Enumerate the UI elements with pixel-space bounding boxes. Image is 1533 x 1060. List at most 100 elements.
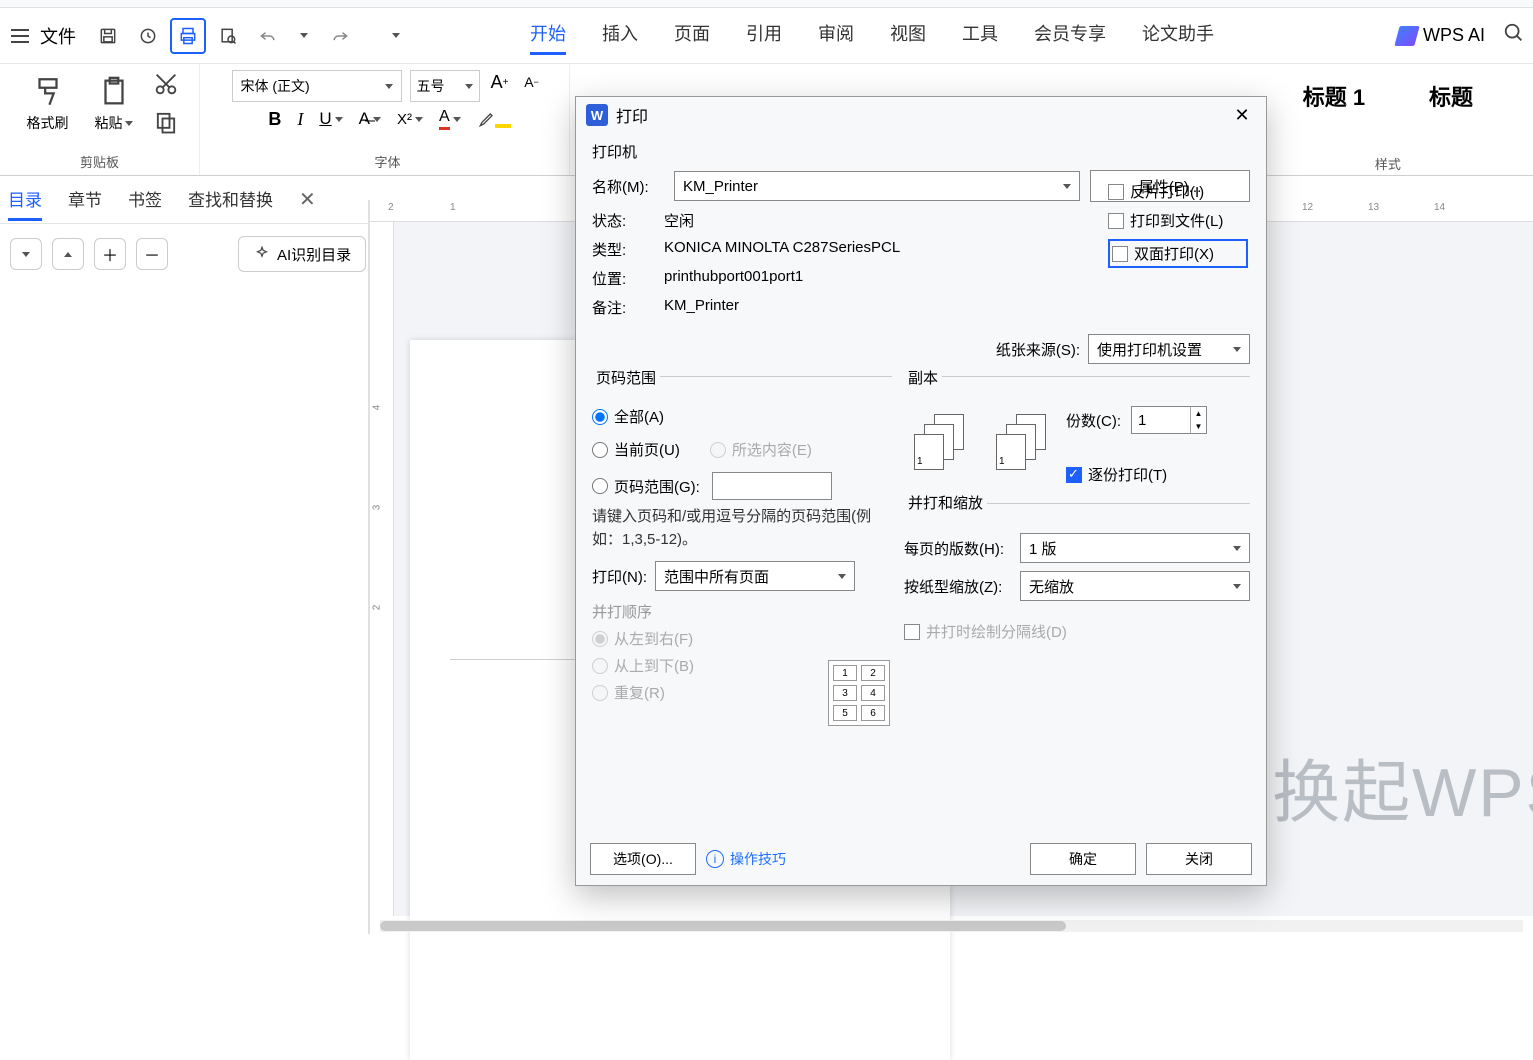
options-button[interactable]: 选项(O)...: [590, 843, 696, 875]
perpage-select[interactable]: 1 版: [1020, 533, 1250, 563]
file-menu[interactable]: 文件: [40, 23, 76, 49]
tips-link[interactable]: i操作技巧: [706, 849, 786, 869]
styles-group-label: 样式: [1375, 152, 1401, 175]
add-button[interactable]: ＋: [94, 238, 126, 270]
scale-select[interactable]: 无缩放: [1020, 571, 1250, 601]
hamburger-icon[interactable]: [8, 24, 32, 48]
type-value: KONICA MINOLTA C287SeriesPCL: [664, 239, 900, 260]
nav-findrep[interactable]: 查找和替换: [188, 186, 273, 213]
printer-select[interactable]: KM_Printer: [674, 171, 1080, 201]
sparkle-icon: [253, 245, 271, 263]
duplex-checkbox[interactable]: 双面打印(X): [1108, 239, 1248, 268]
shrink-font-icon[interactable]: A−: [520, 70, 544, 94]
strikethrough-button[interactable]: A̶: [359, 109, 381, 129]
status-label: 状态:: [592, 210, 664, 231]
collate-checkbox[interactable]: 逐份打印(T): [1066, 464, 1207, 485]
copies-spinner[interactable]: 1▲▼: [1131, 406, 1207, 434]
copy-icon[interactable]: [152, 108, 180, 136]
reverse-print-checkbox[interactable]: 反片打印(I): [1108, 181, 1248, 202]
type-label: 类型:: [592, 239, 664, 260]
tab-home[interactable]: 开始: [530, 16, 566, 55]
tab-member[interactable]: 会员专享: [1034, 16, 1106, 55]
order-ltr-radio: 从左到右(F): [592, 628, 892, 649]
undo-history-icon[interactable]: [130, 18, 166, 54]
tab-page[interactable]: 页面: [674, 16, 710, 55]
undo-icon[interactable]: [250, 18, 286, 54]
ok-button[interactable]: 确定: [1030, 843, 1136, 875]
dialog-titlebar[interactable]: W 打印 ✕: [576, 97, 1266, 133]
ai-toc-button[interactable]: AI识别目录: [238, 236, 366, 272]
format-painter-button[interactable]: 格式刷: [20, 73, 76, 133]
bold-button[interactable]: B: [268, 109, 281, 130]
nav-chapter[interactable]: 章节: [68, 186, 102, 213]
print-icon[interactable]: [170, 18, 206, 54]
nav-toc[interactable]: 目录: [8, 186, 42, 213]
close-button[interactable]: 关闭: [1146, 843, 1252, 875]
note-value: KM_Printer: [664, 297, 739, 318]
collapse-up-button[interactable]: [52, 238, 84, 270]
location-label: 位置:: [592, 268, 664, 289]
nav-bookmark[interactable]: 书签: [128, 186, 162, 213]
highlight-button[interactable]: [477, 109, 511, 129]
order-section-title: 并打顺序: [592, 601, 892, 622]
tab-thesis[interactable]: 论文助手: [1142, 16, 1214, 55]
info-icon: i: [706, 850, 724, 868]
collate-preview: 321 321: [914, 414, 1048, 470]
redo-icon[interactable]: [322, 18, 358, 54]
grow-font-icon[interactable]: A+: [488, 70, 512, 94]
print-preview-icon[interactable]: [210, 18, 246, 54]
range-hint: 请键入页码和/或用逗号分隔的页码范围(例如：1,3,5-12)。: [592, 506, 892, 551]
horizontal-scrollbar[interactable]: [380, 920, 1523, 932]
paper-source-select[interactable]: 使用打印机设置: [1088, 334, 1250, 364]
qat-more[interactable]: [382, 18, 410, 54]
tab-view[interactable]: 视图: [890, 16, 926, 55]
print-dialog: W 打印 ✕ 打印机 名称(M): KM_Printer 属性(P)... 状态…: [575, 96, 1267, 886]
style-heading-more[interactable]: 标题: [1429, 80, 1473, 112]
range-current-radio[interactable]: 当前页(U): [592, 439, 680, 460]
note-label: 备注:: [592, 297, 664, 318]
undo-dropdown[interactable]: [290, 18, 318, 54]
print-what-label: 打印(N):: [592, 566, 647, 587]
range-selection-radio: 所选内容(E): [710, 439, 812, 460]
font-size-select[interactable]: 五号: [410, 70, 480, 102]
font-name-select[interactable]: 宋体 (正文): [232, 70, 402, 102]
draw-separator-checkbox: 并打时绘制分隔线(D): [904, 621, 1250, 642]
cut-icon[interactable]: [152, 70, 180, 98]
save-icon[interactable]: [90, 18, 126, 54]
search-icon[interactable]: [1503, 22, 1525, 49]
tab-review[interactable]: 审阅: [818, 16, 854, 55]
perpage-label: 每页的版数(H):: [904, 538, 1014, 559]
font-group-label: 字体: [374, 150, 400, 173]
font-color-button[interactable]: A: [439, 108, 461, 130]
scale-label: 按纸型缩放(Z):: [904, 576, 1014, 597]
tab-insert[interactable]: 插入: [602, 16, 638, 55]
app-icon: W: [586, 104, 608, 126]
wps-ai-button[interactable]: WPS AI: [1397, 25, 1485, 46]
range-all-radio[interactable]: 全部(A): [592, 406, 892, 427]
tab-tools[interactable]: 工具: [962, 16, 998, 55]
print-to-file-checkbox[interactable]: 打印到文件(L): [1108, 210, 1248, 231]
range-pages-radio[interactable]: 页码范围(G):: [592, 472, 892, 500]
page-range-input[interactable]: [712, 472, 832, 500]
close-icon[interactable]: ✕: [1228, 101, 1256, 129]
print-what-select[interactable]: 范围中所有页面: [655, 561, 855, 591]
top-toolbar: 文件 开始 插入 页面 引用 审阅 视图 工具 会员专享 论文助手 WPS AI: [0, 8, 1533, 64]
ribbon-tabs: 开始 插入 页面 引用 审阅 视图 工具 会员专享 论文助手: [530, 16, 1214, 55]
superscript-button[interactable]: X²: [397, 111, 423, 128]
vertical-ruler[interactable]: 2 3 4: [370, 222, 394, 916]
status-value: 空闲: [664, 210, 694, 231]
watermark-text: 换起WPS: [1272, 737, 1533, 836]
tab-ref[interactable]: 引用: [746, 16, 782, 55]
remove-button[interactable]: －: [136, 238, 168, 270]
paste-button[interactable]: 粘贴: [86, 73, 142, 133]
clipboard-group-label: 剪贴板: [80, 150, 119, 173]
style-heading1[interactable]: 标题 1: [1303, 80, 1365, 112]
copies-section-title: 副本: [904, 367, 942, 388]
printer-name-label: 名称(M):: [592, 176, 664, 197]
italic-button[interactable]: I: [297, 109, 303, 130]
paper-source-label: 纸张来源(S):: [996, 339, 1080, 360]
range-section-title: 页码范围: [592, 367, 660, 388]
underline-button[interactable]: U: [319, 109, 342, 129]
expand-down-button[interactable]: [10, 238, 42, 270]
close-icon[interactable]: ✕: [299, 187, 316, 212]
